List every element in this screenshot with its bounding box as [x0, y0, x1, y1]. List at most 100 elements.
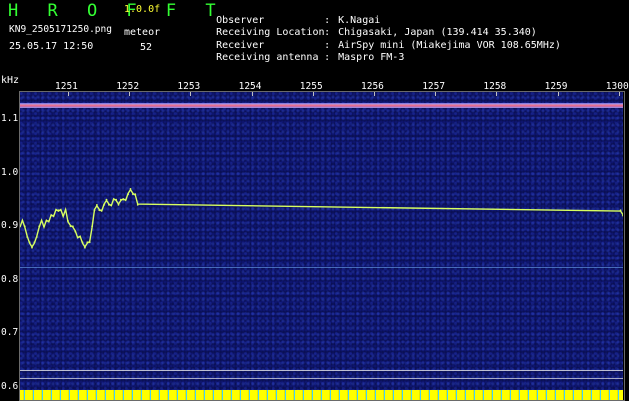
trace-point	[91, 225, 93, 228]
trace-point	[619, 209, 622, 212]
y-tick-label: 0.9	[1, 220, 19, 232]
trace-point	[57, 209, 60, 212]
trace-point	[127, 193, 129, 196]
info-value: Chigasaki, Japan (139.414 35.340)	[338, 27, 537, 39]
trace-point	[105, 198, 108, 201]
trace-point	[100, 209, 103, 212]
trace-point	[47, 220, 50, 222]
trace-point	[50, 214, 53, 217]
x-tick-mark	[312, 92, 314, 96]
doppler-trace-line	[20, 188, 623, 249]
x-tick-label: 1257	[422, 81, 446, 92]
trace-point	[59, 209, 62, 212]
y-tick-label: 0.6	[1, 380, 19, 392]
trace-point	[79, 236, 81, 238]
trace-point	[21, 220, 24, 222]
x-tick-mark	[496, 92, 498, 96]
meteor-count: 52	[140, 42, 153, 53]
y-tick-label: 1.1	[1, 113, 19, 125]
trace-point	[33, 241, 36, 244]
trace-point	[23, 225, 26, 228]
trace-point	[55, 209, 57, 212]
y-tick-label: 0.7	[1, 327, 19, 339]
x-tick-label: 1258	[483, 81, 507, 92]
x-tick-mark	[557, 92, 559, 96]
trace-point	[120, 198, 122, 201]
trace-point	[88, 241, 91, 244]
x-tick-mark	[251, 92, 253, 96]
meteor-label: meteor	[124, 27, 161, 38]
filename-label: KN9_2505171250.png	[9, 24, 112, 35]
x-tick-mark	[190, 92, 192, 96]
trace-point	[132, 193, 134, 196]
x-tick-label: 1256	[361, 81, 384, 92]
info-separator: :	[324, 39, 331, 51]
trace-point	[98, 209, 101, 212]
spectrogram-plot[interactable]	[20, 92, 623, 400]
y-tick-label: 0.8	[1, 273, 19, 285]
trace-point	[38, 225, 41, 228]
trace-point	[93, 209, 96, 212]
x-tick-mark	[374, 92, 375, 96]
trace-point	[72, 225, 74, 228]
info-value: AirSpy mini (Miakejima VOR 108.65MHz)	[338, 39, 561, 51]
trace-point	[45, 220, 48, 222]
trace-point	[69, 225, 72, 228]
info-separator: :	[324, 15, 331, 27]
trace-point	[122, 198, 125, 201]
trace-point	[43, 225, 45, 228]
trace-point	[117, 204, 120, 206]
trace-point	[28, 241, 31, 244]
info-key: Observer	[216, 15, 265, 27]
info-key: Receiving antenna	[216, 51, 319, 63]
info-value: K.Nagai	[338, 15, 381, 27]
version-label: 1.0.0f	[124, 4, 161, 15]
trace-point	[96, 204, 98, 206]
trace-point	[112, 198, 115, 201]
trace-point	[62, 214, 65, 217]
trace-point	[124, 198, 127, 201]
trace-point	[74, 230, 77, 233]
datetime-label: 25.05.17 12:50	[9, 41, 94, 52]
x-tick-label: 1251	[55, 81, 78, 92]
x-tick-label: 1300	[605, 81, 629, 92]
station-info: Observer: K.Nagai Receiving Location: Chig…	[180, 3, 561, 63]
trace-point	[129, 188, 132, 190]
y-axis-unit-label: kHz	[1, 75, 20, 86]
info-value: Maspro FM-3	[338, 51, 405, 63]
info-key: Receiving Location	[216, 27, 325, 39]
y-tick-label: 1.0	[1, 166, 19, 178]
trace-point	[35, 236, 38, 238]
trace-point	[26, 236, 29, 238]
trace-point	[136, 204, 139, 206]
trace-point	[52, 214, 55, 217]
x-tick-label: 1254	[238, 81, 262, 92]
trace-point	[110, 204, 113, 206]
x-tick-mark	[68, 92, 69, 96]
trace-point	[103, 204, 105, 206]
x-tick-label: 1255	[299, 81, 323, 92]
info-separator: :	[324, 27, 331, 39]
trace-point	[31, 246, 33, 249]
info-key: Receiver	[216, 39, 265, 51]
trace-point	[115, 198, 117, 201]
info-separator: :	[324, 51, 331, 63]
trace-point	[134, 193, 137, 196]
header-panel: H R O F F T 1.0.0f KN9_2505171250.png 25…	[0, 0, 629, 72]
x-tick-mark	[435, 92, 437, 96]
doppler-trace-chart	[20, 188, 623, 249]
x-tick-label: 1253	[177, 81, 201, 92]
trace-point	[622, 214, 623, 217]
info-row-observer: Observer: K.Nagai	[180, 3, 561, 26]
signal-level-strip	[20, 390, 623, 400]
x-tick-label: 1259	[544, 81, 568, 92]
x-tick-mark	[618, 92, 620, 96]
trace-point	[81, 241, 84, 244]
x-tick-label: 1252	[116, 81, 140, 92]
trace-point	[67, 220, 69, 222]
trace-point	[84, 246, 86, 249]
trace-point	[86, 241, 89, 244]
x-tick-mark	[129, 92, 131, 96]
trace-point	[64, 209, 67, 212]
trace-point	[76, 236, 79, 238]
